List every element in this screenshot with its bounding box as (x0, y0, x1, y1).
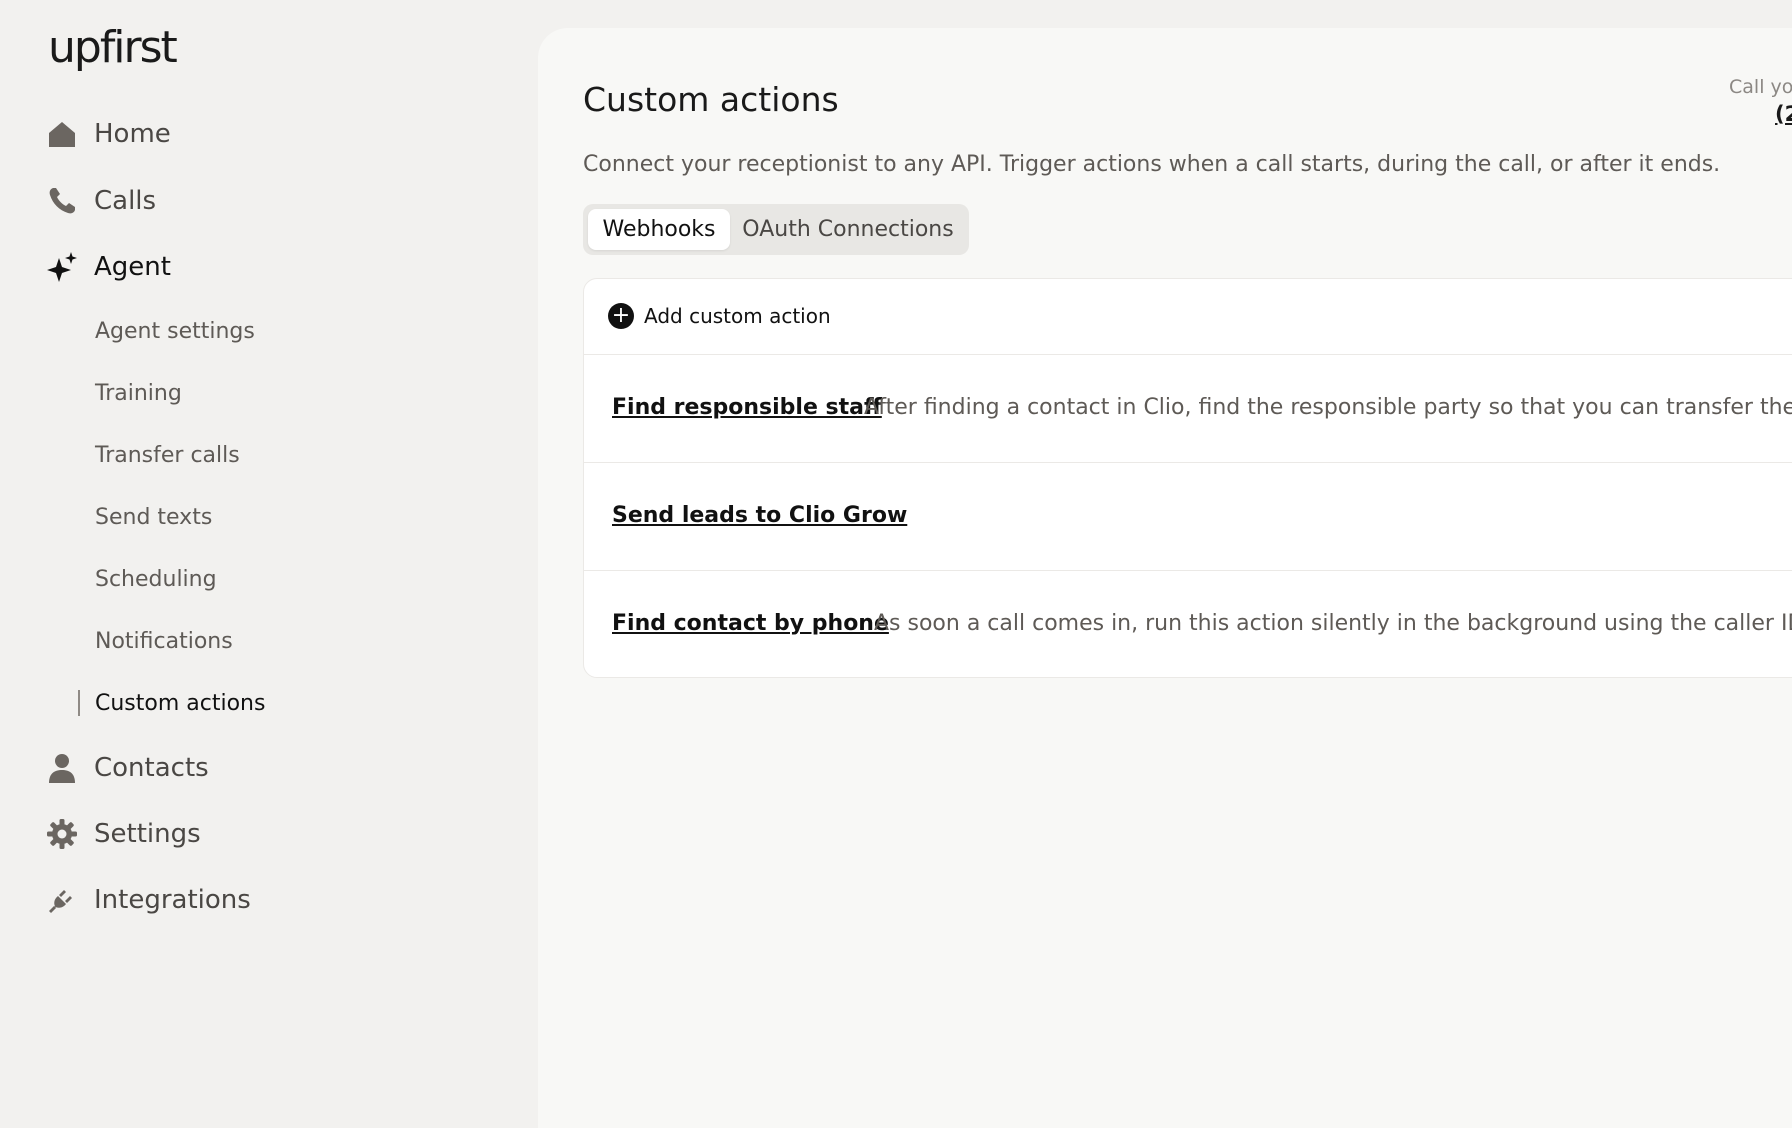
plus-circle-icon: + (608, 303, 634, 329)
add-custom-action-label: Add custom action (644, 304, 831, 328)
gear-icon (46, 818, 78, 850)
sidebar-subitem-transfer-calls[interactable]: Transfer calls (95, 443, 240, 468)
action-description: As soon a call comes in, run this action… (874, 611, 1792, 636)
tab-oauth-connections[interactable]: OAuth Connections (733, 209, 963, 250)
sidebar-item-contacts[interactable]: Contacts (46, 748, 209, 788)
call-label: Call you (1729, 76, 1792, 98)
action-name-link[interactable]: Find responsible staff (612, 395, 882, 420)
sidebar-subitem-agent-settings[interactable]: Agent settings (95, 319, 255, 344)
sidebar-item-label: Agent (94, 252, 171, 282)
list-item[interactable]: Find contact by phone As soon a call com… (584, 571, 1792, 679)
page-title: Custom actions (583, 80, 839, 119)
add-custom-action-button[interactable]: + Add custom action (608, 303, 831, 329)
call-number-link[interactable]: (2 (1775, 102, 1792, 126)
person-icon (46, 752, 78, 784)
page-description: Connect your receptionist to any API. Tr… (583, 152, 1721, 177)
sidebar-item-calls[interactable]: Calls (46, 181, 156, 221)
sidebar-item-agent[interactable]: Agent (46, 247, 171, 287)
upfirst-logo[interactable]: upfirst (48, 22, 178, 73)
sidebar-subitem-send-texts[interactable]: Send texts (95, 505, 212, 530)
tab-bar: Webhooks OAuth Connections (583, 204, 969, 255)
action-name-link[interactable]: Find contact by phone (612, 611, 889, 636)
sparkle-icon (46, 251, 78, 283)
sidebar-item-label: Settings (94, 819, 201, 849)
phone-icon (46, 185, 78, 217)
action-description: After finding a contact in Clio, find th… (864, 395, 1792, 420)
sidebar-item-label: Home (94, 119, 171, 149)
list-item[interactable]: Find responsible staff After finding a c… (584, 355, 1792, 463)
custom-actions-card: + Add custom action Find responsible sta… (583, 278, 1792, 678)
sidebar: upfirst Home Calls Agent Agent settings … (0, 0, 538, 1056)
main-panel: Custom actions Call you (2 Connect your … (538, 28, 1792, 1128)
home-icon (46, 118, 78, 150)
sidebar-subitem-custom-actions[interactable]: Custom actions (95, 691, 265, 716)
action-name-link[interactable]: Send leads to Clio Grow (612, 503, 907, 528)
add-row: + Add custom action (584, 279, 1792, 355)
sidebar-item-settings[interactable]: Settings (46, 814, 201, 854)
plug-icon (46, 884, 78, 916)
sidebar-subitem-scheduling[interactable]: Scheduling (95, 567, 217, 592)
sidebar-item-label: Integrations (94, 885, 251, 915)
sidebar-item-label: Contacts (94, 753, 209, 783)
sidebar-subitem-notifications[interactable]: Notifications (95, 629, 233, 654)
tab-webhooks[interactable]: Webhooks (588, 209, 730, 250)
list-item[interactable]: Send leads to Clio Grow (584, 463, 1792, 571)
sidebar-item-label: Calls (94, 186, 157, 216)
active-indicator (78, 690, 80, 716)
sidebar-item-home[interactable]: Home (46, 114, 171, 154)
sidebar-item-integrations[interactable]: Integrations (46, 880, 251, 920)
sidebar-subitem-training[interactable]: Training (95, 381, 182, 406)
